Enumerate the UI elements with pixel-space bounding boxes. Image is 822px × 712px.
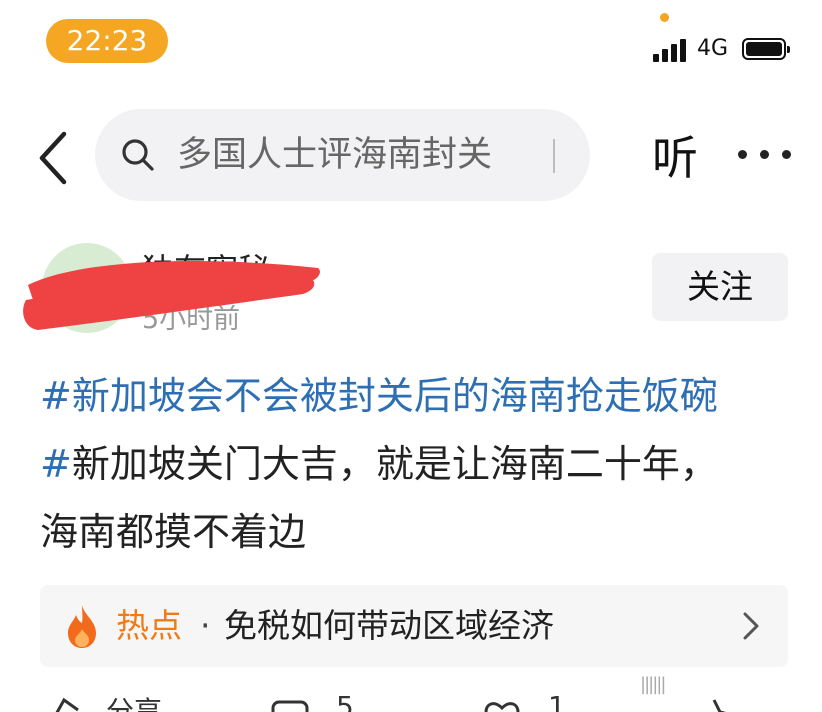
share-icon[interactable] (50, 694, 82, 712)
hot-separator: · (200, 606, 211, 645)
hot-label: 热点 (116, 606, 182, 645)
network-type: 4G (697, 36, 729, 61)
chevron-right-icon (743, 612, 759, 640)
privacy-indicator-dot (660, 13, 669, 22)
action-bar: 分享 5 1 (0, 690, 822, 712)
comment-count[interactable]: 5 (336, 690, 354, 712)
topic-link[interactable]: #新加坡会不会被封关后的海南抢走饭碗 (40, 362, 800, 430)
signal-icon (653, 38, 689, 62)
star-icon[interactable] (694, 694, 734, 712)
article-page: 22:23 4G 多国人士评海南封关 听 独有察秘 5小时前 关注 #新加坡会不… (0, 0, 822, 712)
search-query: 多国人士评海南封关 (177, 135, 493, 175)
search-icon (122, 139, 154, 171)
share-label[interactable]: 分享 (106, 690, 162, 712)
post-line-2: #新加坡关门大吉，就是让海南二十年， (40, 430, 800, 498)
status-time: 22:23 (46, 19, 168, 63)
back-button[interactable] (34, 128, 74, 188)
watermark: |||||| (640, 674, 666, 695)
topic-hash[interactable]: # (40, 442, 72, 486)
hot-topic-bar[interactable]: 热点 · 免税如何带动区域经济 (40, 585, 788, 667)
more-dots-icon[interactable] (738, 148, 792, 162)
post-line-2-text: 新加坡关门大吉，就是让海南二十年， (71, 442, 718, 486)
flame-icon (68, 605, 96, 648)
comment-icon[interactable] (270, 694, 310, 712)
hot-topic-text: 免税如何带动区域经济 (224, 606, 554, 645)
battery-icon (742, 38, 790, 60)
post-line-3: 海南都摸不着边 (40, 510, 307, 554)
post-content: #新加坡会不会被封关后的海南抢走饭碗 #新加坡关门大吉，就是让海南二十年， 海南… (40, 362, 800, 566)
redaction-scribble (23, 261, 320, 330)
search-bar[interactable]: 多国人士评海南封关 (95, 109, 590, 201)
like-icon[interactable] (482, 694, 522, 712)
search-divider (553, 139, 555, 173)
follow-button[interactable]: 关注 (652, 253, 788, 321)
listen-button[interactable]: 听 (652, 128, 698, 188)
like-count[interactable]: 1 (548, 690, 566, 712)
